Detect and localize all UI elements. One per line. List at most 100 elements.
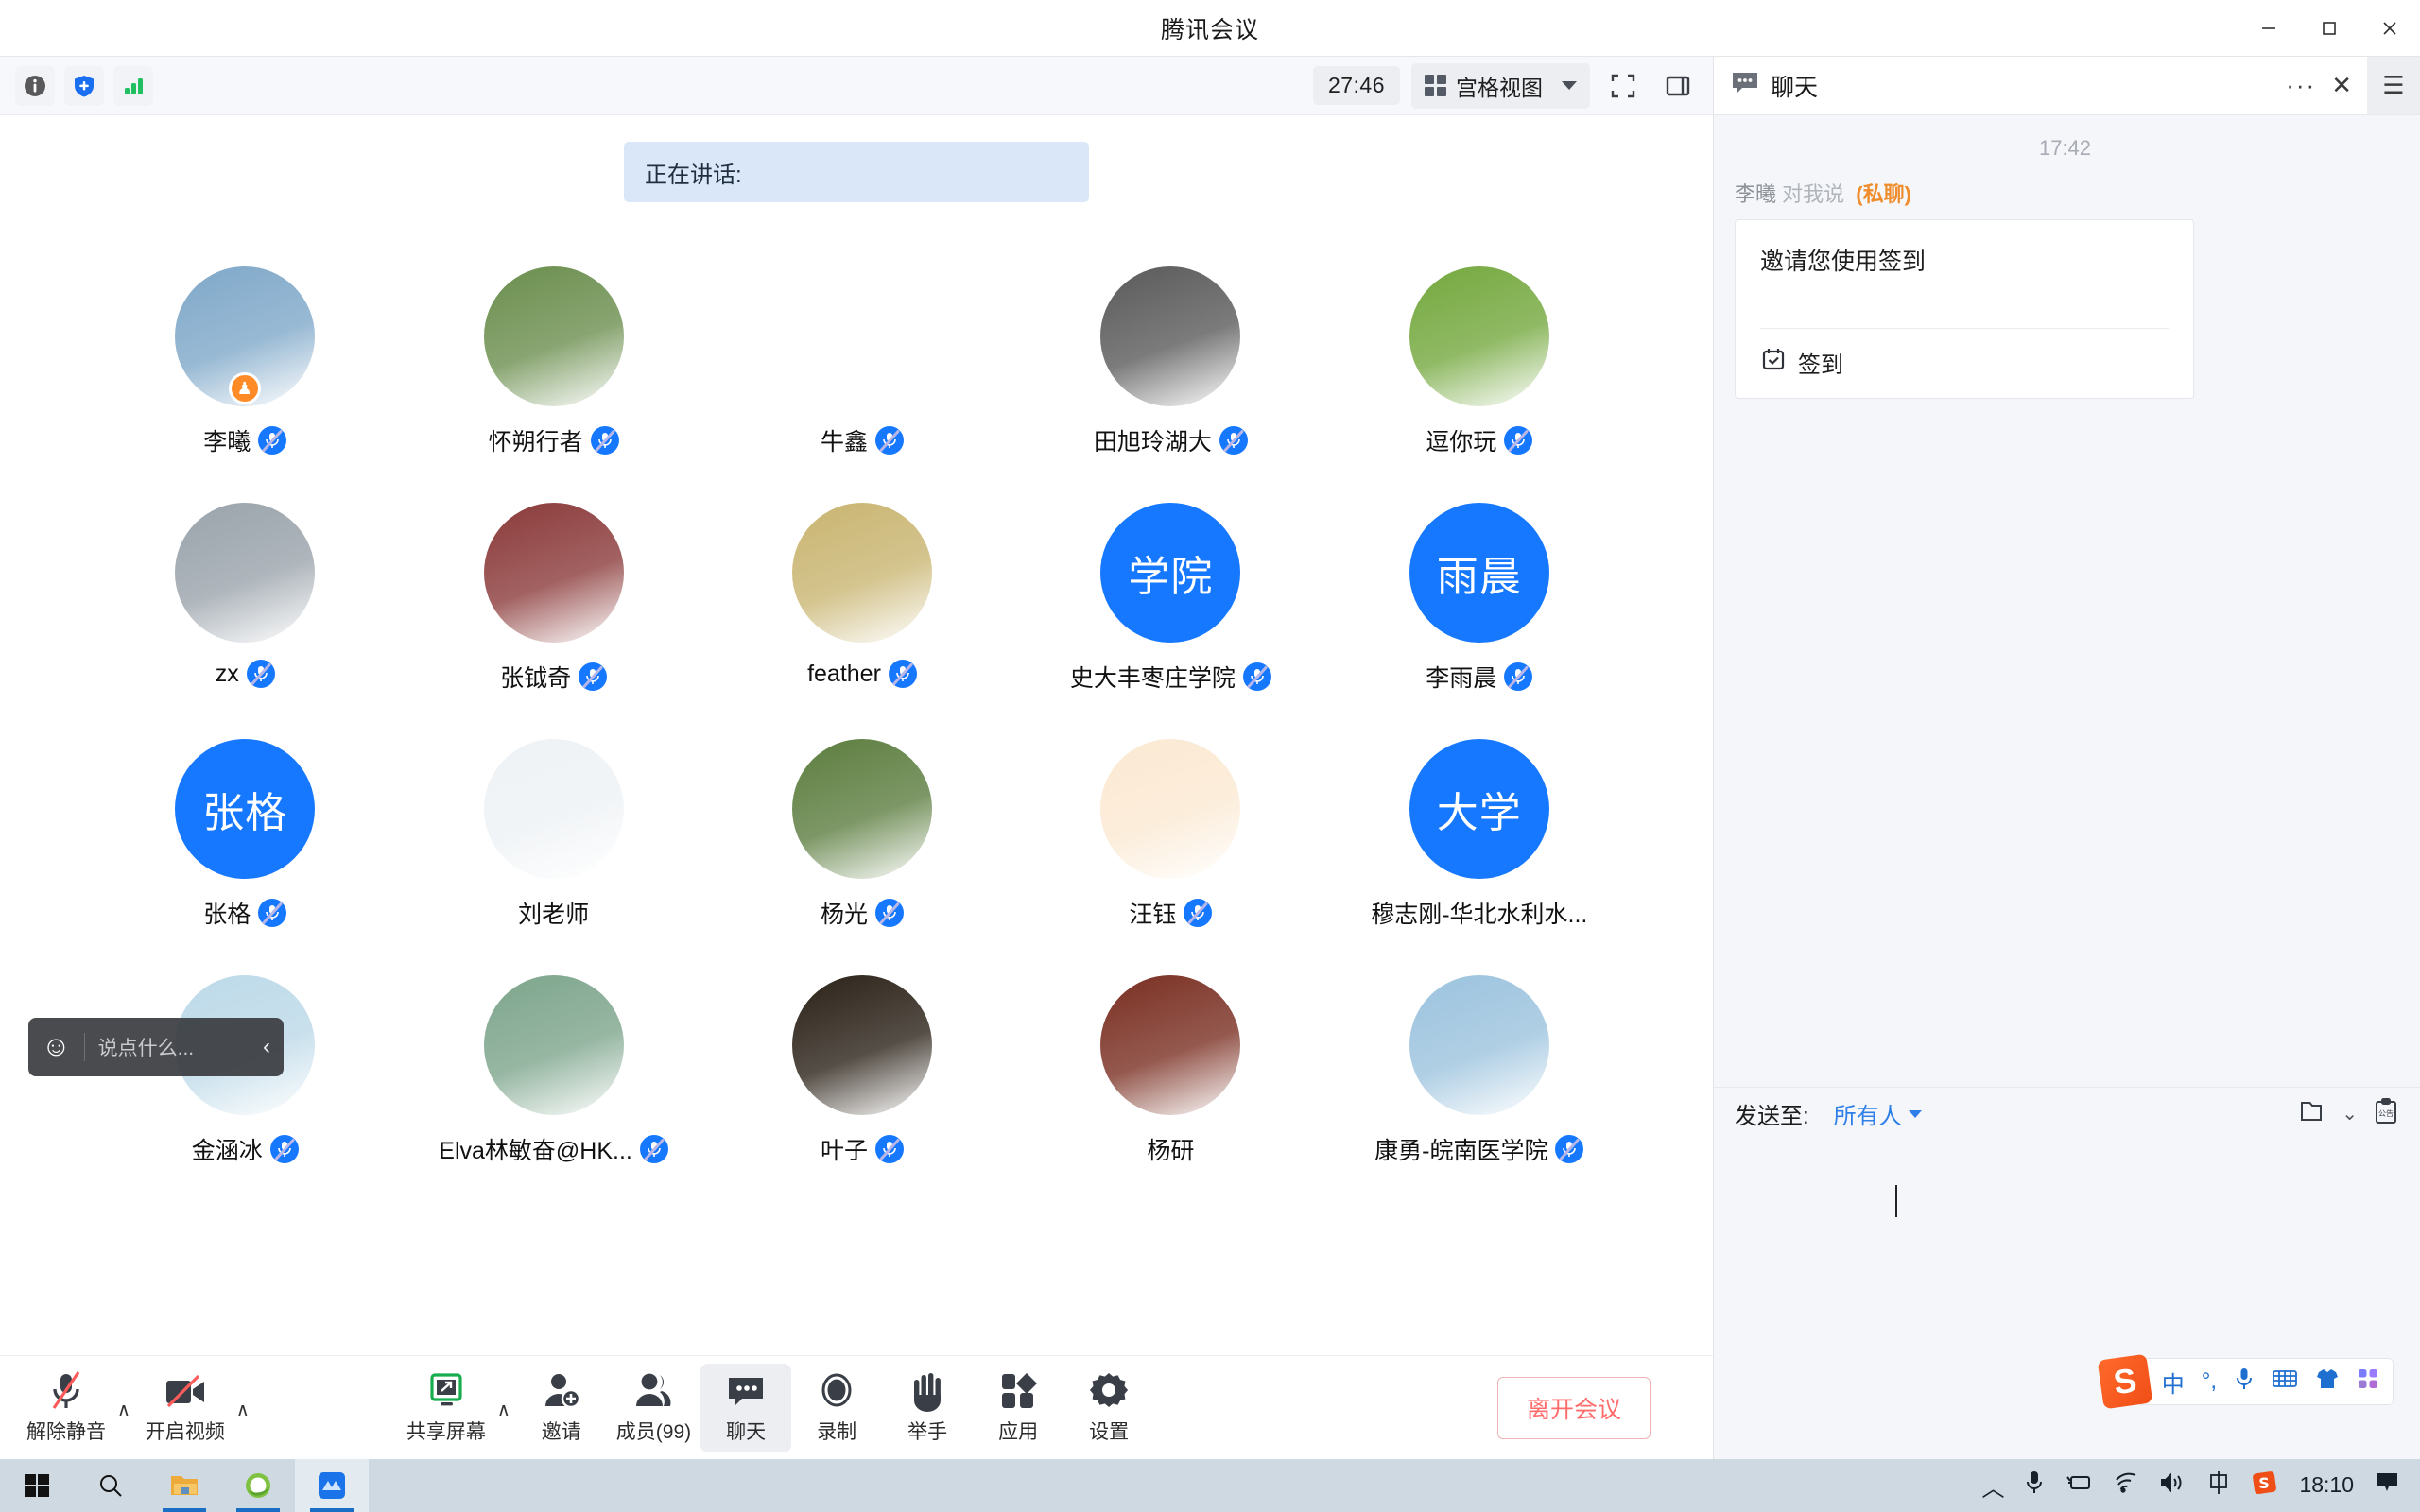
avatar: 张格: [175, 739, 316, 879]
participant-tile[interactable]: 雨晨 李雨晨: [1325, 503, 1634, 739]
avatar: [175, 503, 316, 643]
participant-name-row: 叶子: [821, 1132, 904, 1166]
participant-tile[interactable]: feather: [708, 503, 1016, 739]
ime-skin-icon[interactable]: [2315, 1367, 2340, 1397]
participant-tile[interactable]: 张格 张格: [91, 739, 399, 975]
participant-name: 刘老师: [518, 902, 590, 928]
search-icon[interactable]: [74, 1459, 147, 1512]
mic-muted-icon: [875, 426, 904, 455]
divider: [83, 1033, 85, 1061]
control-chat[interactable]: 聊天: [700, 1363, 792, 1452]
ime-apps-icon[interactable]: [2357, 1367, 2379, 1397]
volume-icon[interactable]: [2159, 1472, 2186, 1500]
participant-tile[interactable]: 刘老师: [399, 739, 707, 975]
participant-name: 杨研: [1147, 1138, 1195, 1164]
signal-bars-icon[interactable]: [113, 65, 153, 106]
sogou-logo-icon[interactable]: S: [2097, 1353, 2153, 1410]
file-explorer-icon[interactable]: [147, 1459, 221, 1512]
emoji-icon[interactable]: ☺: [42, 1031, 71, 1063]
window-buttons: [2238, 0, 2420, 57]
maximize-button[interactable]: [2299, 0, 2360, 57]
card-text: 邀请您使用签到: [1760, 249, 1927, 275]
ime-microphone-icon[interactable]: [2234, 1366, 2255, 1398]
windows-start-icon[interactable]: [0, 1459, 74, 1512]
mic-muted-icon: [246, 660, 275, 688]
checkin-invite-card[interactable]: 邀请您使用签到 签到: [1735, 219, 2194, 399]
avatar: [791, 503, 932, 643]
control-mic-off[interactable]: 解除静音: [17, 1364, 115, 1452]
participant-tile[interactable]: 逗你玩: [1325, 266, 1634, 503]
wifi-icon[interactable]: [2114, 1472, 2138, 1500]
fullscreen-button[interactable]: [1601, 66, 1645, 106]
avatar: [1409, 975, 1549, 1115]
microphone-icon[interactable]: [2025, 1470, 2044, 1502]
chevron-up-icon[interactable]: ∧: [236, 1394, 250, 1421]
participant-tile[interactable]: 田旭玲湖大: [1016, 266, 1324, 503]
participant-name-row: feather: [807, 660, 917, 688]
collapse-icon[interactable]: ‹: [263, 1034, 270, 1060]
notification-icon[interactable]: [2375, 1470, 2399, 1502]
participant-tile[interactable]: 大学 穆志刚-华北水利水...: [1325, 739, 1634, 975]
participant-tile[interactable]: 康勇-皖南医学院: [1325, 975, 1634, 1211]
sidebar-layout-button[interactable]: [1656, 66, 1700, 106]
close-icon[interactable]: ✕: [2331, 71, 2352, 100]
leave-meeting-button[interactable]: 离开会议: [1496, 1376, 1651, 1439]
close-button[interactable]: [2360, 0, 2420, 57]
ime-chinese-mode[interactable]: 中: [2162, 1366, 2185, 1399]
ime-cn-icon[interactable]: [2206, 1470, 2231, 1502]
sogou-icon[interactable]: S: [2252, 1469, 2278, 1503]
chevron-down-icon[interactable]: [1908, 1109, 1922, 1118]
participant-tile[interactable]: ♟ 李曦: [91, 266, 399, 503]
control-record[interactable]: 录制: [791, 1364, 882, 1452]
participant-tile[interactable]: 汪钰: [1016, 739, 1324, 975]
avatar: [1409, 266, 1549, 406]
view-mode-selector[interactable]: 宫格视图: [1411, 62, 1590, 109]
chat-text-input[interactable]: S 中 °,: [1714, 1140, 2420, 1452]
taskbar-clock[interactable]: 18:10: [2299, 1473, 2354, 1498]
participant-tile[interactable]: 张钺奇: [399, 503, 707, 739]
chevron-down-icon[interactable]: ⌄: [2342, 1102, 2358, 1125]
participant-tile[interactable]: 杨研: [1016, 975, 1324, 1211]
ime-keyboard-icon[interactable]: [2272, 1368, 2298, 1396]
participant-tile[interactable]: 杨光: [708, 739, 1016, 975]
avatar: [1100, 975, 1241, 1115]
chevron-up-icon[interactable]: ∧: [117, 1394, 130, 1421]
control-share-screen[interactable]: 共享屏幕: [397, 1364, 495, 1452]
participant-tile[interactable]: 学院 史大丰枣庄学院: [1016, 503, 1324, 739]
menu-icon[interactable]: ☰: [2367, 57, 2420, 114]
control-gear[interactable]: 设置: [1063, 1364, 1154, 1452]
mic-muted-icon: [1184, 899, 1213, 927]
send-to-value: 所有人: [1833, 1104, 1902, 1129]
ime-punctuation-mode[interactable]: °,: [2202, 1368, 2217, 1395]
participant-tile[interactable]: 怀朔行者: [399, 266, 707, 503]
quick-chat-input[interactable]: 说点什么...: [98, 1033, 250, 1061]
control-raise-hand[interactable]: 举手: [882, 1364, 973, 1452]
internet-explorer-icon[interactable]: [221, 1459, 295, 1512]
chevron-up-icon[interactable]: ∧: [497, 1394, 510, 1421]
control-invite-user[interactable]: 邀请: [516, 1364, 607, 1452]
ime-toolbar[interactable]: S 中 °,: [2097, 1353, 2394, 1410]
send-to-selector[interactable]: 所有人: [1834, 1097, 1902, 1130]
participant-tile[interactable]: Elva林敏奋@HK...: [399, 975, 707, 1211]
participant-tile[interactable]: 金涵冰: [91, 975, 399, 1211]
folder-icon[interactable]: [2298, 1098, 2326, 1129]
participant-name-row: 张钺奇: [500, 660, 608, 694]
quick-chat-bar[interactable]: ☺ 说点什么... ‹: [28, 1018, 284, 1076]
tencent-meeting-icon[interactable]: [295, 1459, 369, 1512]
minimize-button[interactable]: [2238, 0, 2299, 57]
control-label: 应用: [998, 1421, 1039, 1443]
control-members[interactable]: 成员(99): [607, 1364, 700, 1452]
battery-icon[interactable]: [2065, 1472, 2093, 1500]
shield-icon[interactable]: [64, 65, 104, 106]
more-options-icon[interactable]: ···: [2286, 71, 2316, 100]
participant-tile[interactable]: 牛鑫: [708, 266, 1016, 503]
card-action[interactable]: 签到: [1760, 329, 2169, 398]
chevron-up-icon[interactable]: ︿: [1981, 1469, 2004, 1503]
participant-tile[interactable]: 叶子: [708, 975, 1016, 1211]
control-video-off[interactable]: 开启视频: [136, 1364, 234, 1452]
announcement-icon[interactable]: 公告: [2373, 1097, 2399, 1130]
control-apps[interactable]: 应用: [973, 1364, 1063, 1452]
chat-bubble-icon: [1731, 71, 1759, 100]
participant-tile[interactable]: zx: [91, 503, 399, 739]
info-icon[interactable]: [15, 65, 55, 106]
